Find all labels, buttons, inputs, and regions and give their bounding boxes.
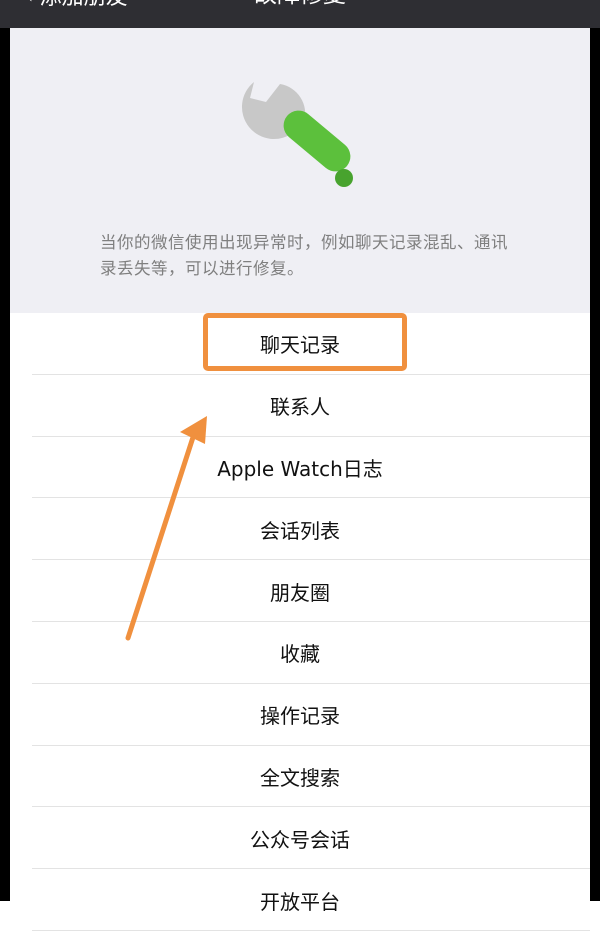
repair-item[interactable]: 开放平台 [10, 869, 590, 931]
repair-item[interactable]: 公众号会话 [10, 807, 590, 870]
navigation-bar: ‹ 添加朋友 故障修复 [0, 0, 600, 28]
repair-item-label: 全文搜索 [260, 765, 340, 790]
repair-item-label: 公众号会话 [250, 827, 350, 852]
repair-item-label: 联系人 [270, 395, 330, 420]
repair-item[interactable]: 操作记录 [10, 683, 590, 746]
repair-item-label: Apple Watch日志 [217, 456, 383, 481]
right-border [590, 0, 600, 901]
page-title: 故障修复 [0, 0, 600, 10]
repair-item[interactable]: 全文搜索 [10, 745, 590, 808]
repair-item-label: 会话列表 [260, 518, 340, 543]
repair-item-label: 操作记录 [260, 704, 340, 729]
repair-header: 当你的微信使用出现异常时，例如聊天记录混乱、通讯录丢失等，可以进行修复。 [10, 28, 590, 313]
repair-item-list: 聊天记录 联系人 Apple Watch日志 会话列表 朋友圈 收藏 操作记录 全文搜索 公众号… [10, 313, 590, 931]
left-border [0, 0, 10, 901]
repair-item-label: 收藏 [280, 642, 320, 667]
repair-item[interactable]: Apple Watch日志 [10, 436, 590, 499]
repair-item-label: 开放平台 [260, 889, 340, 914]
wrench-icon [241, 82, 353, 187]
highlight-frame [203, 313, 407, 371]
repair-item[interactable]: 收藏 [10, 621, 590, 684]
repair-item-label: 朋友圈 [270, 580, 330, 605]
repair-item[interactable]: 联系人 [10, 374, 590, 437]
repair-item[interactable]: 会话列表 [10, 498, 590, 561]
repair-item[interactable]: 朋友圈 [10, 560, 590, 622]
repair-description: 当你的微信使用出现异常时，例如聊天记录混乱、通讯录丢失等，可以进行修复。 [100, 233, 508, 278]
